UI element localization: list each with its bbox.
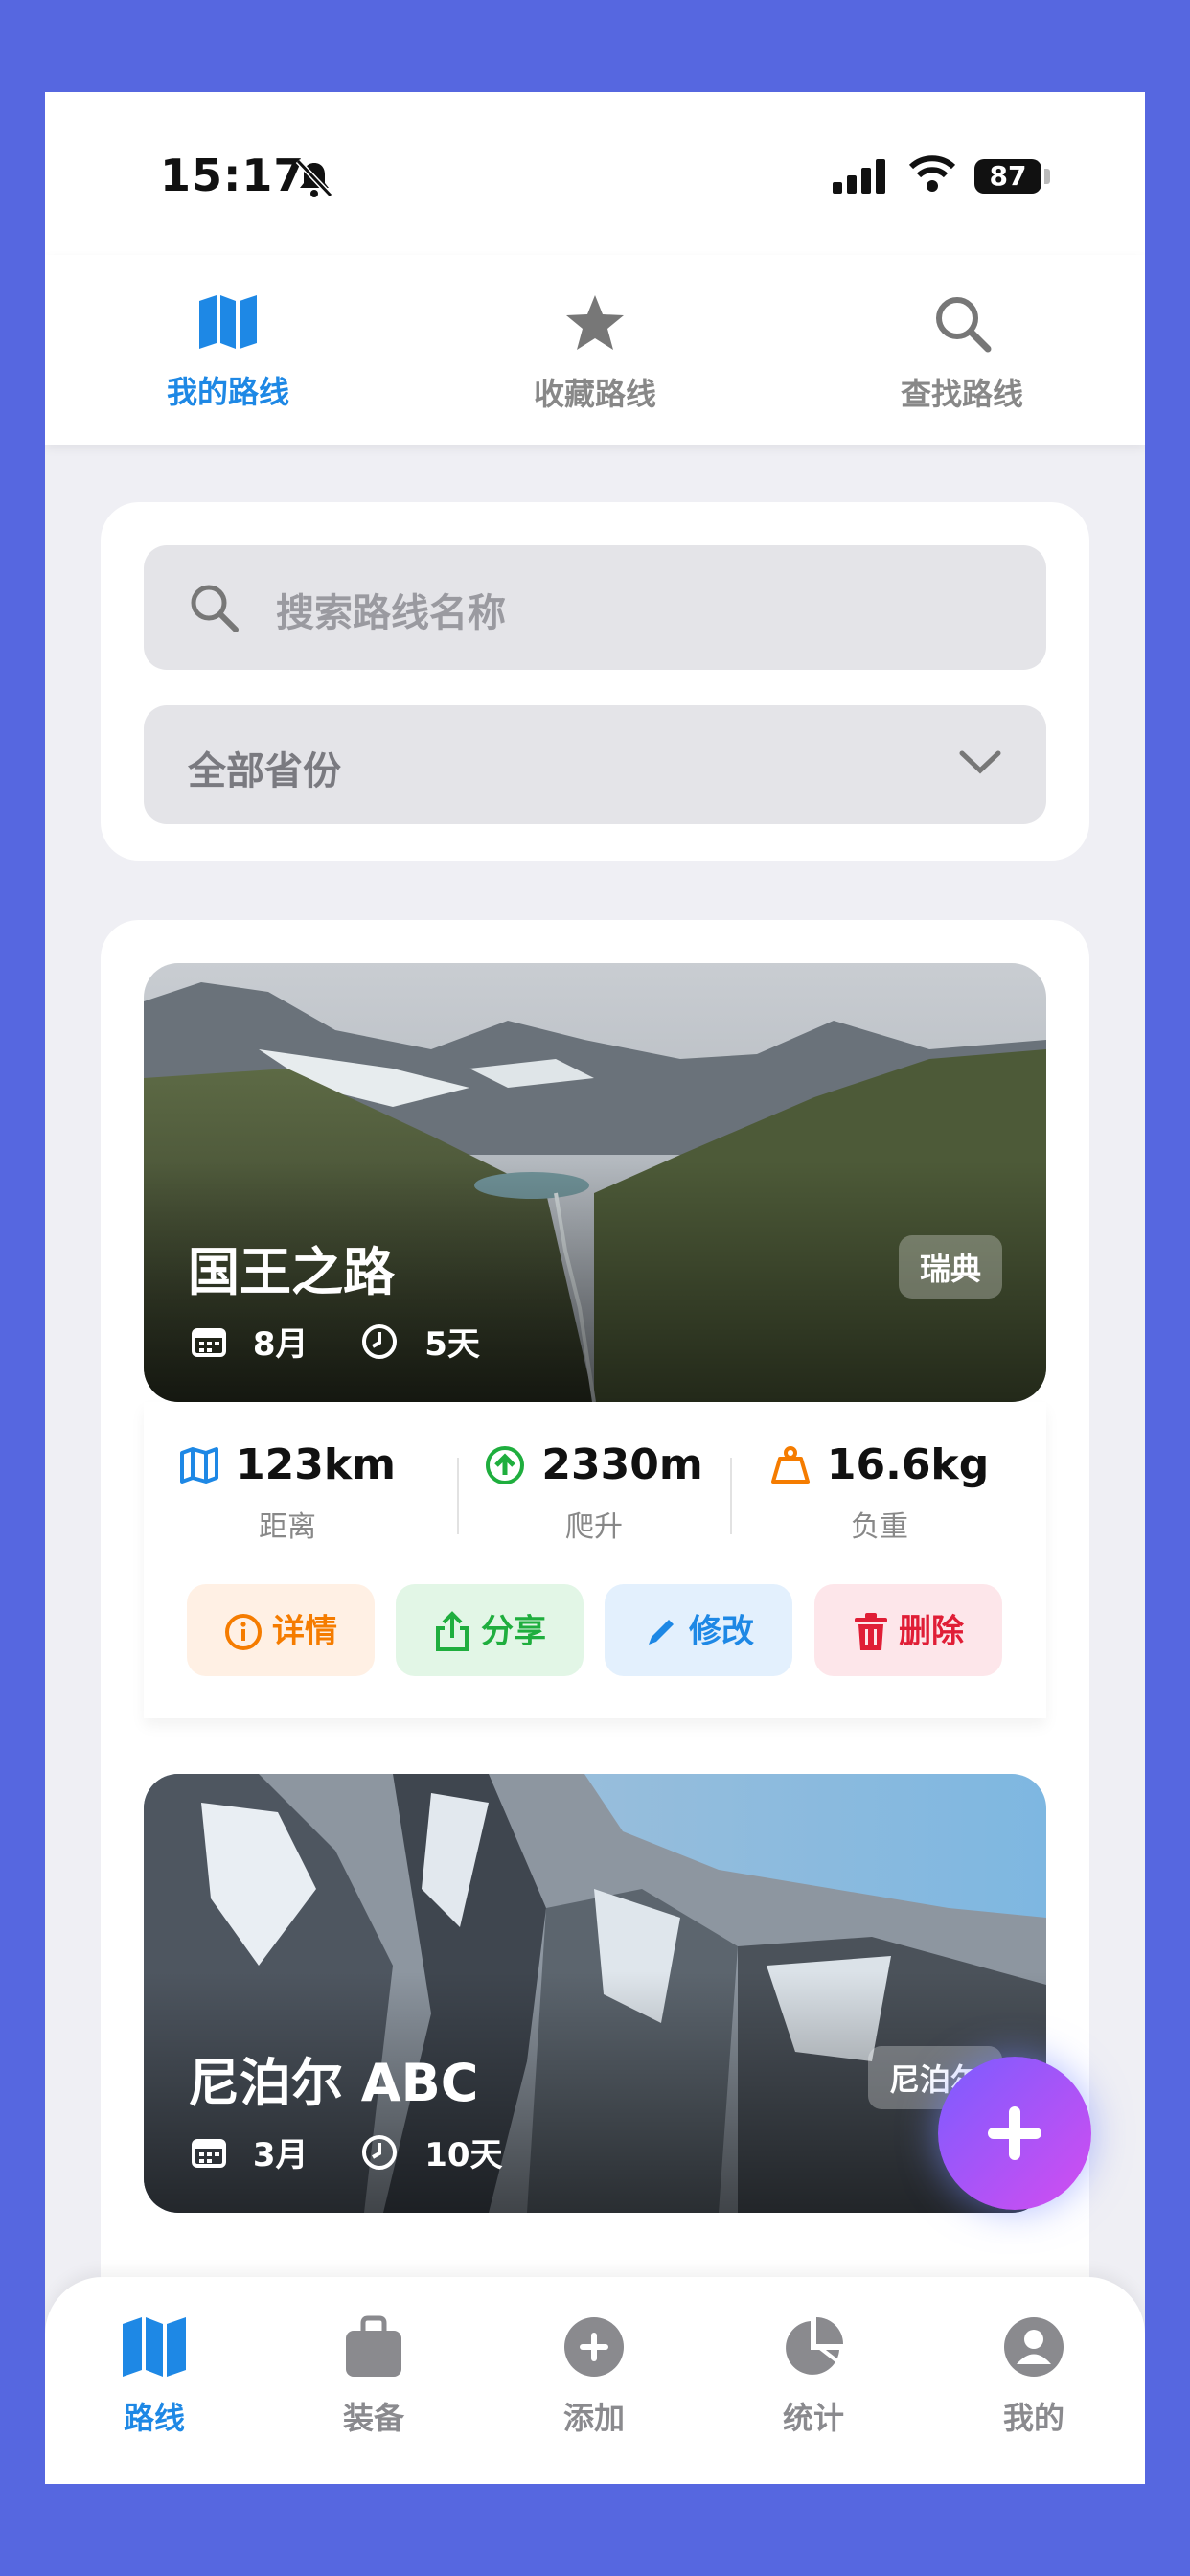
- route-month: 3月: [252, 2136, 309, 2174]
- map-icon: [179, 1446, 218, 1484]
- share-button[interactable]: 分享: [396, 1584, 584, 1676]
- pie-chart-icon: [786, 2317, 843, 2375]
- tab-label: 查找路线: [900, 376, 1023, 412]
- bottom-nav: 路线 装备 添加 统计 我的: [45, 2277, 1145, 2484]
- phone-screen: 15:17 87 我的路线 收藏路线 查找路线 搜索路线名称 全部省份 国王之路…: [45, 92, 1145, 2484]
- battery-level: 87: [974, 159, 1041, 194]
- search-icon: [191, 585, 239, 632]
- nav-routes[interactable]: 路线: [58, 2315, 250, 2438]
- distance-label: 距离: [259, 1510, 316, 1544]
- route-month: 8月: [252, 1325, 309, 1364]
- tab-label: 我的路线: [166, 374, 289, 410]
- stat-load: 16.6kg 负重: [736, 1440, 1023, 1545]
- search-icon: [936, 297, 992, 353]
- search-placeholder: 搜索路线名称: [276, 591, 506, 635]
- route-meta: 8月 5天: [192, 1318, 480, 1365]
- tab-label: 收藏路线: [533, 376, 656, 412]
- add-route-button[interactable]: [938, 2057, 1091, 2210]
- plus-icon: [988, 2106, 1041, 2160]
- search-input[interactable]: 搜索路线名称: [144, 545, 1046, 670]
- detail-label: 详情: [272, 1612, 337, 1651]
- tab-find-routes[interactable]: 查找路线: [842, 293, 1082, 414]
- nav-label: 装备: [342, 2400, 404, 2436]
- load-value: 16.6kg: [826, 1440, 990, 1489]
- climb-label: 爬升: [565, 1510, 623, 1544]
- info-icon: [225, 1613, 262, 1650]
- person-icon: [1004, 2317, 1064, 2377]
- stat-climb: 2330m 爬升: [450, 1440, 738, 1545]
- pencil-icon: [649, 1619, 674, 1644]
- nav-gear[interactable]: 装备: [278, 2315, 469, 2438]
- delete-button[interactable]: 删除: [814, 1584, 1002, 1676]
- route-stats: 123km 距离 2330m 爬升 16.6kg 负重 详情 分享 修改 删除: [144, 1402, 1046, 1718]
- edit-button[interactable]: 修改: [605, 1584, 792, 1676]
- plus-circle-icon: [564, 2317, 624, 2377]
- load-label: 负重: [851, 1510, 908, 1544]
- tab-my-routes[interactable]: 我的路线: [108, 293, 348, 412]
- calendar-icon: [192, 2138, 226, 2168]
- detail-button[interactable]: 详情: [187, 1584, 375, 1676]
- tab-favorite-routes[interactable]: 收藏路线: [475, 293, 715, 414]
- route-days: 10天: [424, 2136, 503, 2174]
- route-name: 国王之路: [188, 1242, 395, 1302]
- clock-icon: [362, 2134, 398, 2170]
- route-list: 国王之路 8月 5天 瑞典 123km 距离 2330m 爬升 16.6kg 负…: [101, 920, 1089, 2484]
- weight-icon: [770, 1445, 810, 1484]
- nav-label: 路线: [123, 2400, 185, 2436]
- nav-profile[interactable]: 我的: [938, 2315, 1130, 2438]
- route-meta: 3月 10天: [192, 2128, 503, 2175]
- bag-icon: [346, 2315, 401, 2377]
- bell-off-icon: [295, 158, 333, 198]
- route-card[interactable]: 尼泊尔 ABC 3月 10天 尼泊尔: [144, 1774, 1046, 2213]
- clock-icon: [362, 1323, 398, 1359]
- arrow-up-circle-icon: [486, 1445, 525, 1484]
- trash-icon: [855, 1612, 887, 1650]
- nav-label: 统计: [782, 2400, 844, 2436]
- map-icon: [123, 2317, 186, 2377]
- route-card[interactable]: 国王之路 8月 5天 瑞典 123km 距离 2330m 爬升 16.6kg 负…: [144, 963, 1046, 1718]
- filter-card: 搜索路线名称 全部省份: [101, 502, 1089, 861]
- climb-value: 2330m: [541, 1440, 703, 1489]
- status-time: 15:17: [160, 150, 306, 201]
- nav-label: 添加: [562, 2400, 625, 2436]
- delete-label: 删除: [899, 1612, 964, 1651]
- province-select-value: 全部省份: [188, 749, 341, 794]
- wifi-icon: [908, 155, 956, 192]
- signal-icon: [833, 159, 885, 194]
- distance-value: 123km: [236, 1440, 397, 1489]
- battery-cap: [1044, 169, 1050, 184]
- nav-stats[interactable]: 统计: [718, 2315, 909, 2438]
- route-name: 尼泊尔 ABC: [188, 2053, 479, 2113]
- status-bar: 15:17 87: [45, 92, 1145, 255]
- stat-distance: 123km 距离: [144, 1440, 431, 1545]
- share-icon: [436, 1610, 469, 1651]
- calendar-icon: [192, 1327, 226, 1357]
- star-icon: [566, 295, 624, 350]
- map-icon: [199, 295, 257, 349]
- share-label: 分享: [481, 1612, 546, 1651]
- nav-add[interactable]: 添加: [498, 2315, 690, 2438]
- edit-label: 修改: [689, 1612, 754, 1651]
- chevron-down-icon: [959, 750, 1001, 774]
- country-badge: 瑞典: [898, 1235, 1002, 1299]
- route-days: 5天: [424, 1325, 480, 1364]
- province-select[interactable]: 全部省份: [144, 705, 1046, 824]
- divider: [730, 1458, 732, 1534]
- top-tab-bar: 我的路线 收藏路线 查找路线: [45, 255, 1145, 445]
- route-cover-image: 尼泊尔 ABC 3月 10天 尼泊尔: [144, 1774, 1046, 2213]
- route-cover-image: 国王之路 8月 5天 瑞典: [144, 963, 1046, 1402]
- nav-label: 我的: [1002, 2400, 1064, 2436]
